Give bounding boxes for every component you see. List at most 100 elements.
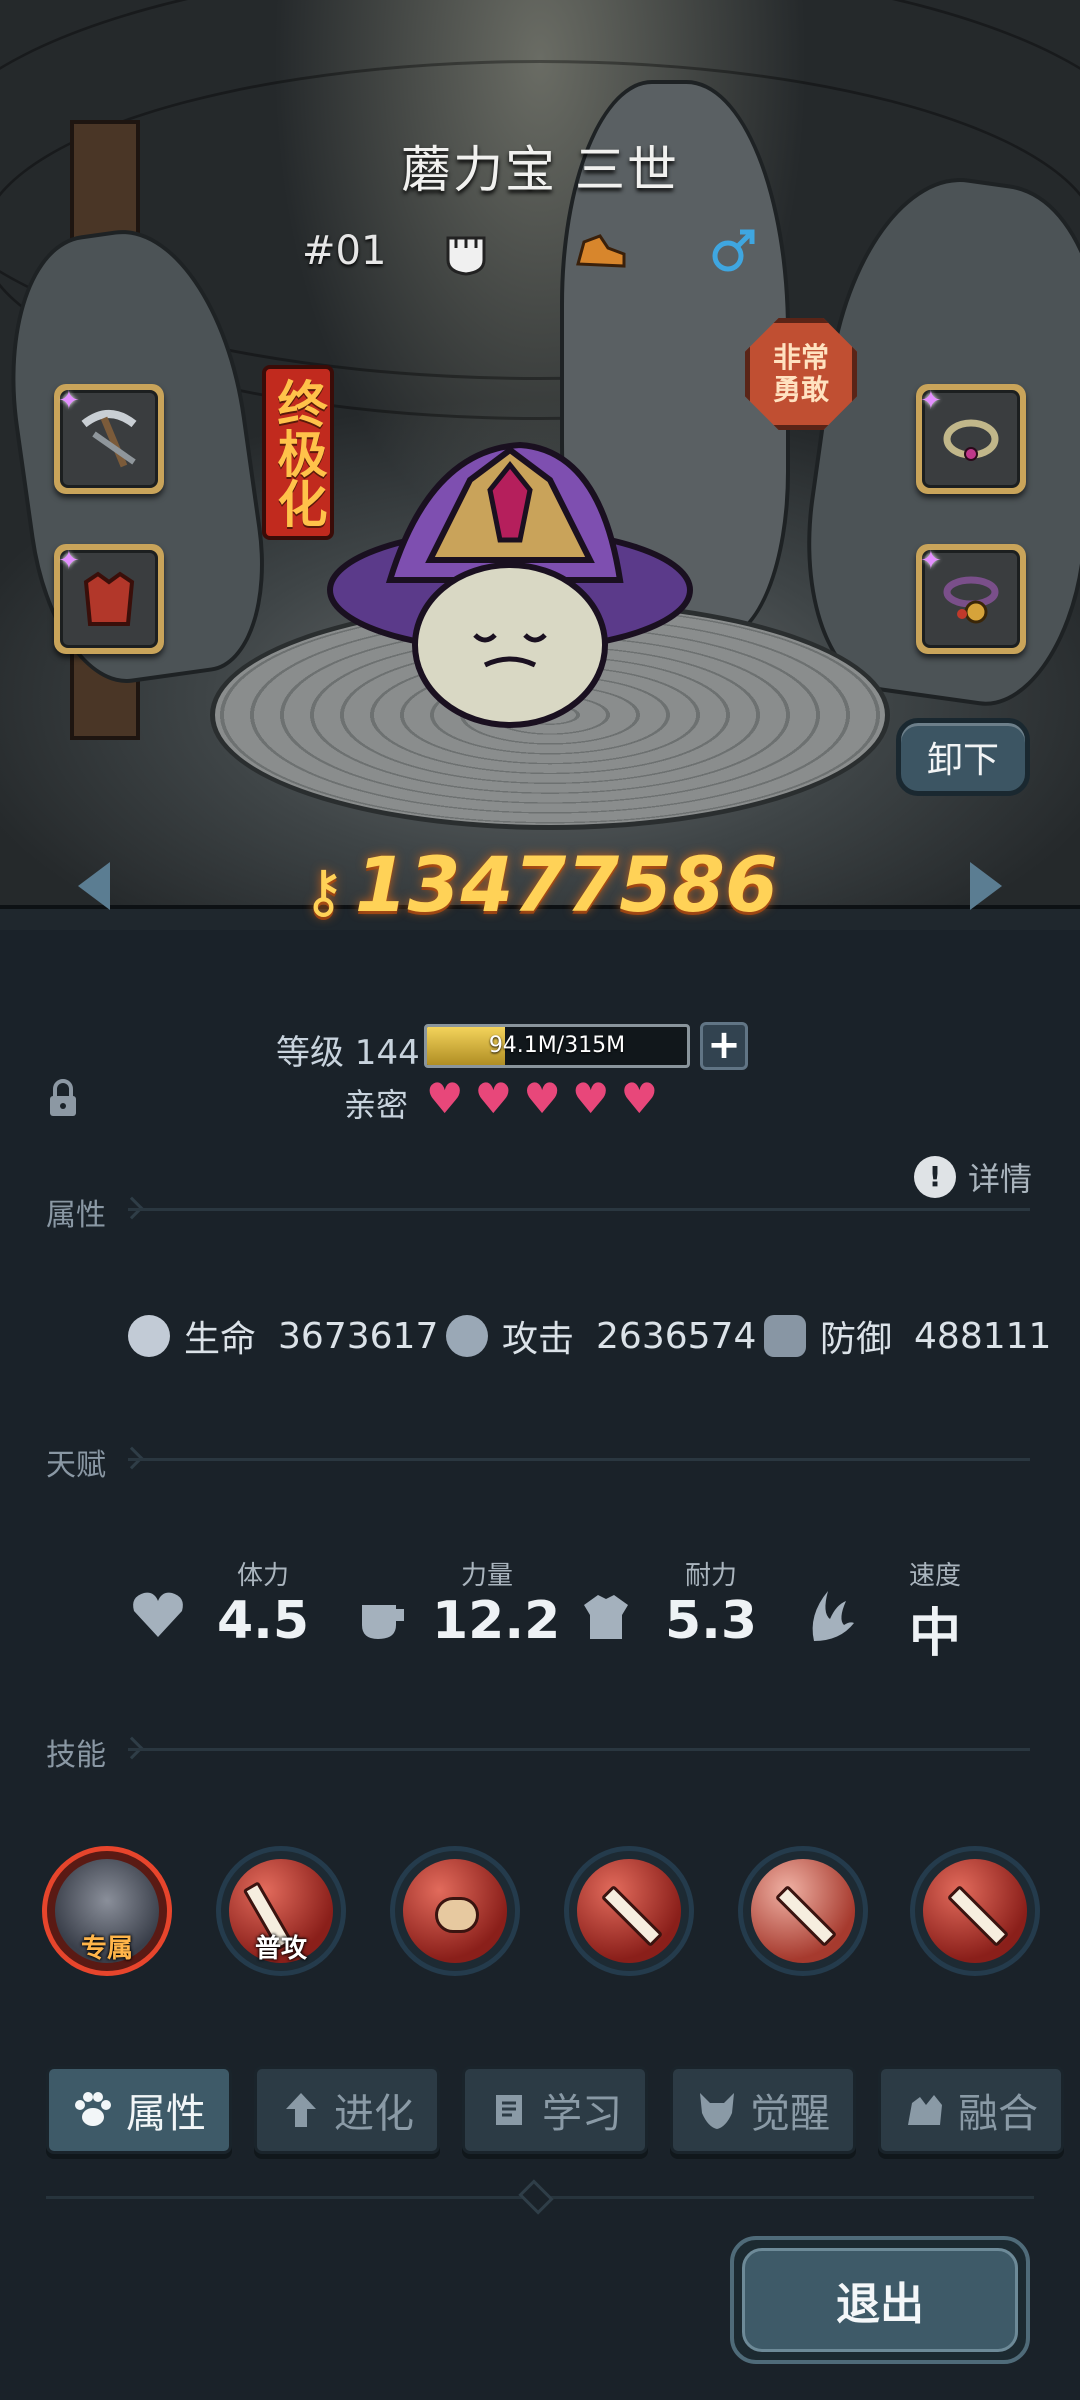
tab-fusion[interactable]: 融合 [878,2066,1064,2154]
tab-attributes[interactable]: 属性 [46,2066,232,2154]
tab-awaken[interactable]: 觉醒 [670,2066,856,2154]
stat-attack: 攻击 2636574 [446,1310,756,1362]
xp-bar: 94.1M/315M [424,1024,690,1068]
talent-value: 4.5 [216,1591,310,1651]
hero-name: 蘑力宝 三世 [401,141,679,199]
skill-label: 普攻 [254,1934,307,1964]
talent-value: 12.2 [432,1591,561,1651]
talent-speed: 速度 中 [800,1555,1020,1665]
skill-3[interactable] [390,1846,520,1976]
talent-stamina: 体力 4.5 [128,1555,348,1665]
rarity-star-icon: ✦ [58,386,80,416]
bottom-tabs: 属性 进化 学习 觉醒 融合 [46,2066,1064,2154]
detail-label: 详情 [968,1160,1033,1198]
stat-hp: 生命 3673617 [128,1310,438,1362]
key-icon: ⚷ [302,857,345,925]
intimacy-label: 亲密 [344,1086,409,1124]
equip-slot-weapon[interactable]: ✦ [54,384,164,494]
equip-slot-armor[interactable]: ✦ [54,544,164,654]
ultimate-tag: 终极化 [262,365,334,540]
section-divider [128,1748,1030,1751]
talent-value: 5.3 [664,1591,758,1651]
arm-mark [435,1897,479,1933]
tab-label: 进化 [334,2091,414,2137]
male-icon [712,229,755,272]
armor-icon [83,571,135,626]
talent-label: 速度 [908,1561,961,1591]
heart-icon: ♥ [523,1074,561,1123]
heart-icon: ♥ [620,1074,659,1123]
section-title-talents: 天赋 [46,1448,106,1483]
detail-button[interactable]: ! 详情 [914,1154,1032,1200]
tab-label: 学习 [542,2091,622,2137]
power-display: ⚷ 13477586 [0,840,1080,929]
talent-endurance: 耐力 5.3 [576,1555,796,1665]
talent-value: 中 [908,1604,961,1664]
stat-value: 488111 [914,1315,1052,1357]
info-icon: ! [914,1156,956,1198]
hero-character [327,441,693,728]
rarity-star-icon: ✦ [58,546,80,576]
power-value: 13477586 [354,840,778,929]
sword-icon [446,1315,488,1357]
ring-icon [943,419,999,461]
heart-icon: ♥ [571,1074,610,1123]
skill-basic-attack[interactable]: 普攻 [216,1846,346,1976]
exit-label: 退出 [742,2248,1018,2352]
heart-shield-icon [128,1315,170,1357]
bell-collar-icon [943,576,999,624]
armor-icon [584,1595,628,1639]
tab-label: 融合 [958,2091,1038,2137]
equip-slot-accessory[interactable]: ✦ [916,544,1026,654]
rarity-star-icon: ✦ [920,546,942,576]
skill-6[interactable] [910,1846,1040,1976]
talent-strength: 力量 12.2 [352,1555,572,1665]
pickaxe-icon [81,410,137,468]
section-divider [128,1458,1030,1461]
equip-slot-ring[interactable]: ✦ [916,384,1026,494]
level-label: 等级 144 [276,1033,420,1073]
xp-text: 94.1M/315M [488,1033,626,1058]
tab-label: 属性 [126,2091,206,2137]
skill-5[interactable] [738,1846,868,1976]
evolve-arrow-icon [286,2093,316,2127]
exit-button[interactable]: 退出 [730,2236,1030,2364]
heart-icon [133,1592,183,1637]
ultimate-tag-text: 终极化 [269,377,328,528]
tab-label: 觉醒 [750,2091,830,2137]
rarity-star-icon: ✦ [920,386,942,416]
boot-icon [576,234,626,268]
heart-icon: ♥ [474,1074,513,1123]
tab-evolve[interactable]: 进化 [254,2066,440,2154]
level-up-button[interactable]: + [700,1022,748,1070]
stat-value: 2636574 [596,1315,757,1357]
stat-value: 3673617 [278,1315,439,1357]
fist-icon [446,236,486,276]
stat-label: 防御 [820,1319,893,1360]
skill-label: 专属 [80,1934,133,1964]
beast-icon [908,2095,942,2125]
talent-label: 耐力 [684,1561,737,1591]
heart-icon: ♥ [426,1074,464,1123]
intimacy-hearts: ♥ ♥ ♥ ♥ ♥ [426,1078,658,1120]
lock-icon[interactable] [46,1078,80,1118]
demon-mask-icon [700,2093,734,2129]
wing-icon [812,1591,854,1641]
section-title-skills: 技能 [46,1738,106,1773]
hero-number: #01 [302,228,387,274]
paw-icon [75,2092,111,2126]
trait-badge-text: 非常勇敢 [772,341,829,406]
stat-label: 生命 [184,1319,257,1360]
fist-icon [362,1605,404,1639]
stat-label: 攻击 [502,1319,575,1360]
tab-learn[interactable]: 学习 [462,2066,648,2154]
skill-4[interactable] [564,1846,694,1976]
talent-label: 体力 [236,1561,289,1591]
stat-defense: 防御 488111 [764,1310,1051,1362]
skill-exclusive[interactable]: 专属 [42,1846,172,1976]
unequip-button[interactable]: 卸下 [896,718,1030,796]
section-divider [128,1208,1030,1211]
talent-label: 力量 [460,1561,513,1591]
book-icon [496,2095,522,2125]
divider-ornament [518,2179,554,2215]
